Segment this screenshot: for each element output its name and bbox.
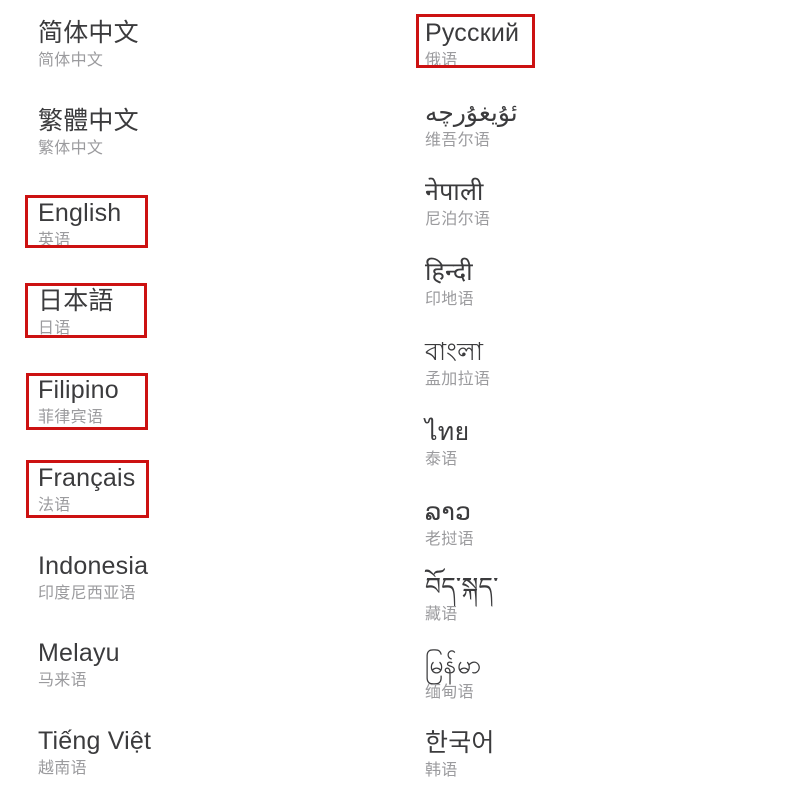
language-column-left: 简体中文 简体中文 繁體中文 繁体中文 English 英语 日本語 日语 Filipino 菲律… xyxy=(0,0,400,792)
language-chinese-name: 繁体中文 xyxy=(38,140,104,157)
language-native-name: हिन्दी xyxy=(425,258,473,286)
language-item[interactable]: ไทย 泰语 xyxy=(425,417,469,471)
language-chinese-name: 日语 xyxy=(38,320,71,337)
language-item[interactable]: မြန်မာ 缅甸语 xyxy=(425,650,482,704)
language-chinese-name: 藏语 xyxy=(425,606,458,623)
language-item[interactable]: नेपाली 尼泊尔语 xyxy=(425,177,490,231)
language-item[interactable]: Melayu 马来语 xyxy=(38,638,120,692)
language-item[interactable]: Filipino 菲律宾语 xyxy=(38,375,119,429)
language-item[interactable]: 한국어 韩语 xyxy=(425,728,495,782)
language-native-name: नेपाली xyxy=(425,178,484,206)
language-chinese-name: 缅甸语 xyxy=(425,684,474,701)
language-native-name: Filipino xyxy=(38,376,119,404)
language-item[interactable]: བོད་སྐད་ 藏语 xyxy=(425,572,499,626)
language-native-name: Русский xyxy=(425,19,520,47)
language-chinese-name: 简体中文 xyxy=(38,52,104,69)
language-chinese-name: 维吾尔语 xyxy=(425,132,491,149)
language-native-name: བོད་སྐད་ xyxy=(425,573,499,601)
language-item[interactable]: Indonesia 印度尼西亚语 xyxy=(38,551,148,605)
language-item[interactable]: বাংলা 孟加拉语 xyxy=(425,337,490,391)
language-item[interactable]: Русский 俄语 xyxy=(425,18,519,72)
language-native-name: 日本語 xyxy=(38,287,114,315)
language-native-name: ئۇيغۇرچە xyxy=(425,99,518,127)
language-native-name: ไทย xyxy=(425,418,470,446)
language-item[interactable]: Français 法语 xyxy=(38,463,135,517)
language-item[interactable]: 简体中文 简体中文 xyxy=(38,18,139,72)
language-native-name: Français xyxy=(38,464,136,492)
language-item[interactable]: हिन्दी 印地语 xyxy=(425,257,474,311)
language-item[interactable]: Tiếng Việt 越南语 xyxy=(38,726,151,780)
language-chinese-name: 俄语 xyxy=(425,52,458,69)
language-item[interactable]: ລາວ 老挝语 xyxy=(425,497,474,551)
language-native-name: Tiếng Việt xyxy=(38,727,152,755)
language-native-name: English xyxy=(38,199,122,227)
language-chinese-name: 马来语 xyxy=(38,672,87,689)
language-native-name: 한국어 xyxy=(425,729,495,757)
language-chinese-name: 印地语 xyxy=(425,291,474,308)
language-chinese-name: 尼泊尔语 xyxy=(425,211,491,228)
language-native-name: Melayu xyxy=(38,639,120,667)
language-item[interactable]: English 英语 xyxy=(38,198,121,252)
language-selection-screen: 简体中文 简体中文 繁體中文 繁体中文 English 英语 日本語 日语 Filipino 菲律… xyxy=(0,0,800,792)
language-chinese-name: 孟加拉语 xyxy=(425,371,491,388)
language-item[interactable]: 日本語 日语 xyxy=(38,286,114,340)
language-chinese-name: 泰语 xyxy=(425,451,458,468)
language-native-name: မြန်မာ xyxy=(425,651,482,679)
language-chinese-name: 印度尼西亚语 xyxy=(38,585,136,602)
language-item[interactable]: 繁體中文 繁体中文 xyxy=(38,106,139,160)
language-column-right: Русский 俄语 ئۇيغۇرچە 维吾尔语 नेपाली 尼泊尔语 हिन्दी 印地语… xyxy=(400,0,800,792)
language-native-name: বাংলা xyxy=(425,338,484,366)
language-native-name: ລາວ xyxy=(425,498,472,526)
language-chinese-name: 法语 xyxy=(38,497,71,514)
language-item[interactable]: ئۇيغۇرچە 维吾尔语 xyxy=(425,98,518,152)
language-chinese-name: 英语 xyxy=(38,232,71,249)
language-chinese-name: 老挝语 xyxy=(425,531,474,548)
language-native-name: Indonesia xyxy=(38,552,149,580)
language-native-name: 繁體中文 xyxy=(38,107,139,135)
language-native-name: 简体中文 xyxy=(38,19,139,47)
language-chinese-name: 越南语 xyxy=(38,760,87,777)
language-chinese-name: 菲律宾语 xyxy=(38,409,104,426)
language-chinese-name: 韩语 xyxy=(425,762,458,779)
